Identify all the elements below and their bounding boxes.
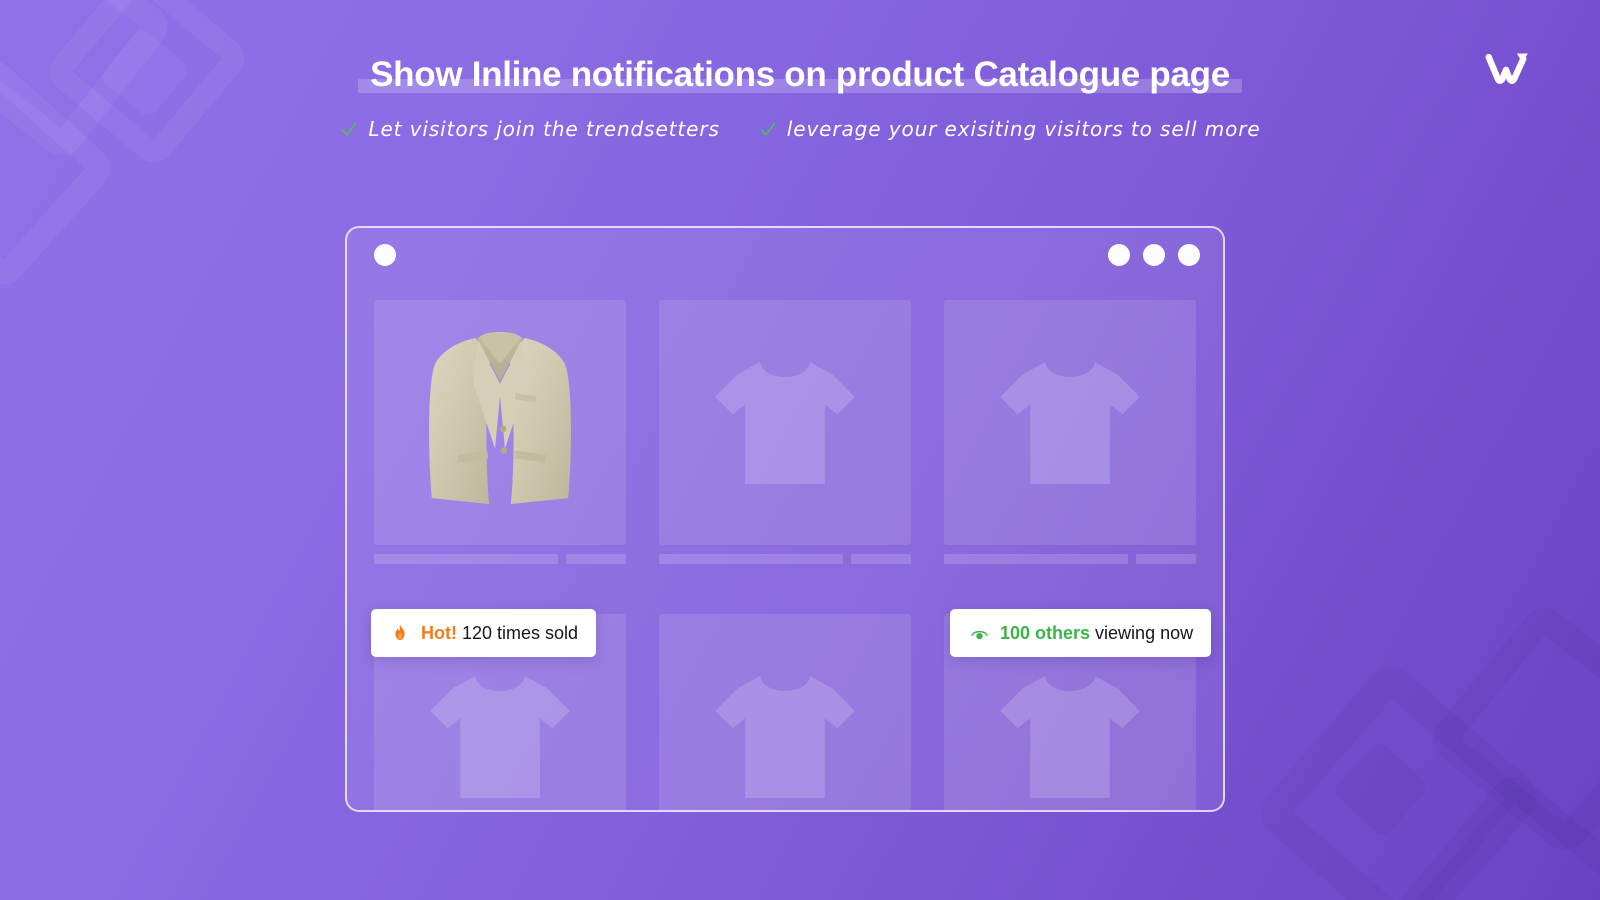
window-dot-left-icon[interactable] (374, 244, 396, 266)
product-text-skeleton (944, 554, 1196, 564)
product-card[interactable] (659, 300, 911, 589)
skeleton-line (374, 554, 558, 564)
benefits-list: Let visitors join the trendsetters lever… (0, 117, 1600, 141)
product-thumbnail[interactable] (659, 300, 911, 545)
product-thumbnail[interactable] (374, 300, 626, 545)
header: Show Inline notifications on product Cat… (0, 0, 1600, 141)
window-titlebar (347, 228, 1223, 282)
product-grid (374, 300, 1196, 810)
deco-diamond (1250, 656, 1548, 900)
product-card[interactable] (659, 614, 911, 810)
product-card[interactable] (374, 300, 626, 589)
browser-window-mock (345, 226, 1225, 812)
flame-icon (389, 622, 411, 644)
deco-diamond (1331, 739, 1431, 839)
tshirt-placeholder-icon (1000, 675, 1140, 798)
product-thumbnail[interactable] (659, 614, 911, 810)
deco-diamond (1389, 767, 1600, 900)
notification-rest: 120 times sold (456, 623, 579, 643)
page-title-wrapper: Show Inline notifications on product Cat… (358, 54, 1242, 96)
tshirt-placeholder-icon (715, 361, 855, 484)
benefit-item: Let visitors join the trendsetters (339, 117, 719, 141)
notification-emphasis: 100 others (1000, 623, 1091, 643)
skeleton-line (565, 554, 626, 564)
notification-text: Hot! 120 times sold (421, 624, 578, 642)
product-thumbnail[interactable] (944, 300, 1196, 545)
product-text-skeleton (374, 554, 626, 564)
window-dot-right-3-icon[interactable] (1178, 244, 1200, 266)
skeleton-line (1135, 554, 1196, 564)
skeleton-line (659, 554, 843, 564)
check-icon (760, 122, 776, 136)
benefit-label: Let visitors join the trendsetters (368, 117, 720, 141)
tshirt-placeholder-icon (715, 675, 855, 798)
notification-emphasis: Hot! (421, 623, 457, 643)
deco-diamond (1424, 598, 1600, 860)
skeleton-line (944, 554, 1128, 564)
tshirt-placeholder-icon (1000, 361, 1140, 484)
benefit-item: leverage your exisiting visitors to sell… (758, 117, 1261, 141)
benefit-label: leverage your exisiting visitors to sell… (786, 117, 1261, 141)
tshirt-placeholder-icon (430, 675, 570, 798)
notification-rest: viewing now (1090, 623, 1194, 643)
window-dot-right-2-icon[interactable] (1143, 244, 1165, 266)
inline-notification-viewing[interactable]: 100 others viewing now (950, 609, 1212, 657)
check-icon (341, 122, 357, 136)
product-text-skeleton (659, 554, 911, 564)
notification-text: 100 others viewing now (1000, 624, 1193, 642)
page-title: Show Inline notifications on product Cat… (370, 55, 1230, 94)
skeleton-line (850, 554, 911, 564)
beige-blazer-photo (429, 331, 571, 504)
product-card[interactable] (944, 300, 1196, 589)
window-dot-right-1-icon[interactable] (1108, 244, 1130, 266)
inline-notification-hot[interactable]: Hot! 120 times sold (371, 609, 597, 657)
eye-icon (968, 622, 990, 644)
promo-banner: Show Inline notifications on product Cat… (0, 0, 1600, 900)
